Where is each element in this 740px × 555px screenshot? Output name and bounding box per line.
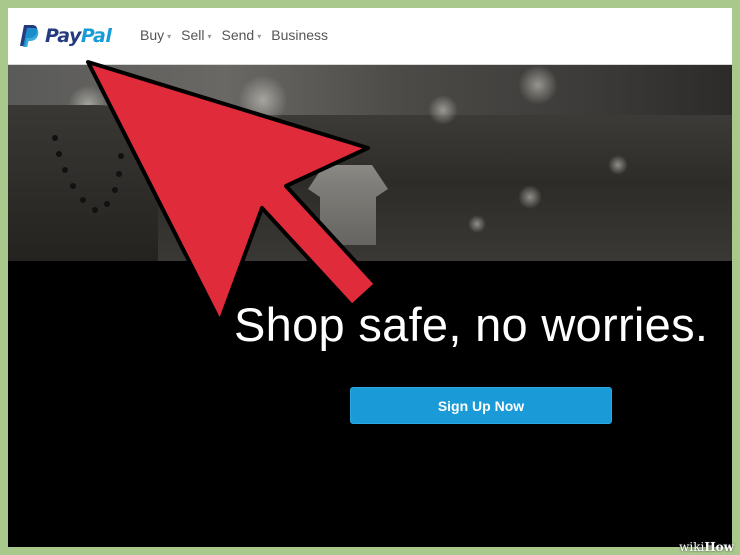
sign-up-button[interactable]: Sign Up Now bbox=[350, 387, 612, 424]
hero-section: Shop safe, no worries. Sign Up Now bbox=[8, 65, 732, 547]
paypal-logo-icon bbox=[20, 25, 39, 47]
nav-item-label: Business bbox=[271, 27, 329, 43]
chevron-down-icon: ▾ bbox=[257, 31, 262, 41]
screenshot-frame: PayPal Buy ▾ Sell ▾ Send ▾ Business Shop… bbox=[8, 8, 732, 547]
nav-item-send[interactable]: Send ▾ bbox=[222, 27, 262, 43]
site-header: PayPal Buy ▾ Sell ▾ Send ▾ Business bbox=[8, 8, 732, 65]
nav-item-sell[interactable]: Sell ▾ bbox=[181, 27, 211, 43]
wikihow-watermark: wikiHow bbox=[679, 540, 734, 554]
nav-item-label: Send bbox=[221, 27, 255, 43]
nav-item-label: Buy bbox=[140, 27, 165, 43]
chevron-down-icon: ▾ bbox=[167, 31, 172, 41]
nav-item-label: Sell bbox=[181, 27, 205, 43]
main-nav: Buy ▾ Sell ▾ Send ▾ Business bbox=[140, 27, 334, 43]
chevron-down-icon: ▾ bbox=[207, 31, 212, 41]
nav-item-buy[interactable]: Buy ▾ bbox=[140, 27, 171, 43]
paypal-wordmark: PayPal bbox=[45, 25, 112, 47]
hero-background-photo bbox=[8, 65, 732, 261]
hero-headline: Shop safe, no worries. bbox=[234, 298, 709, 351]
nav-item-business[interactable]: Business bbox=[271, 27, 328, 43]
paypal-logo[interactable]: PayPal bbox=[18, 24, 112, 48]
